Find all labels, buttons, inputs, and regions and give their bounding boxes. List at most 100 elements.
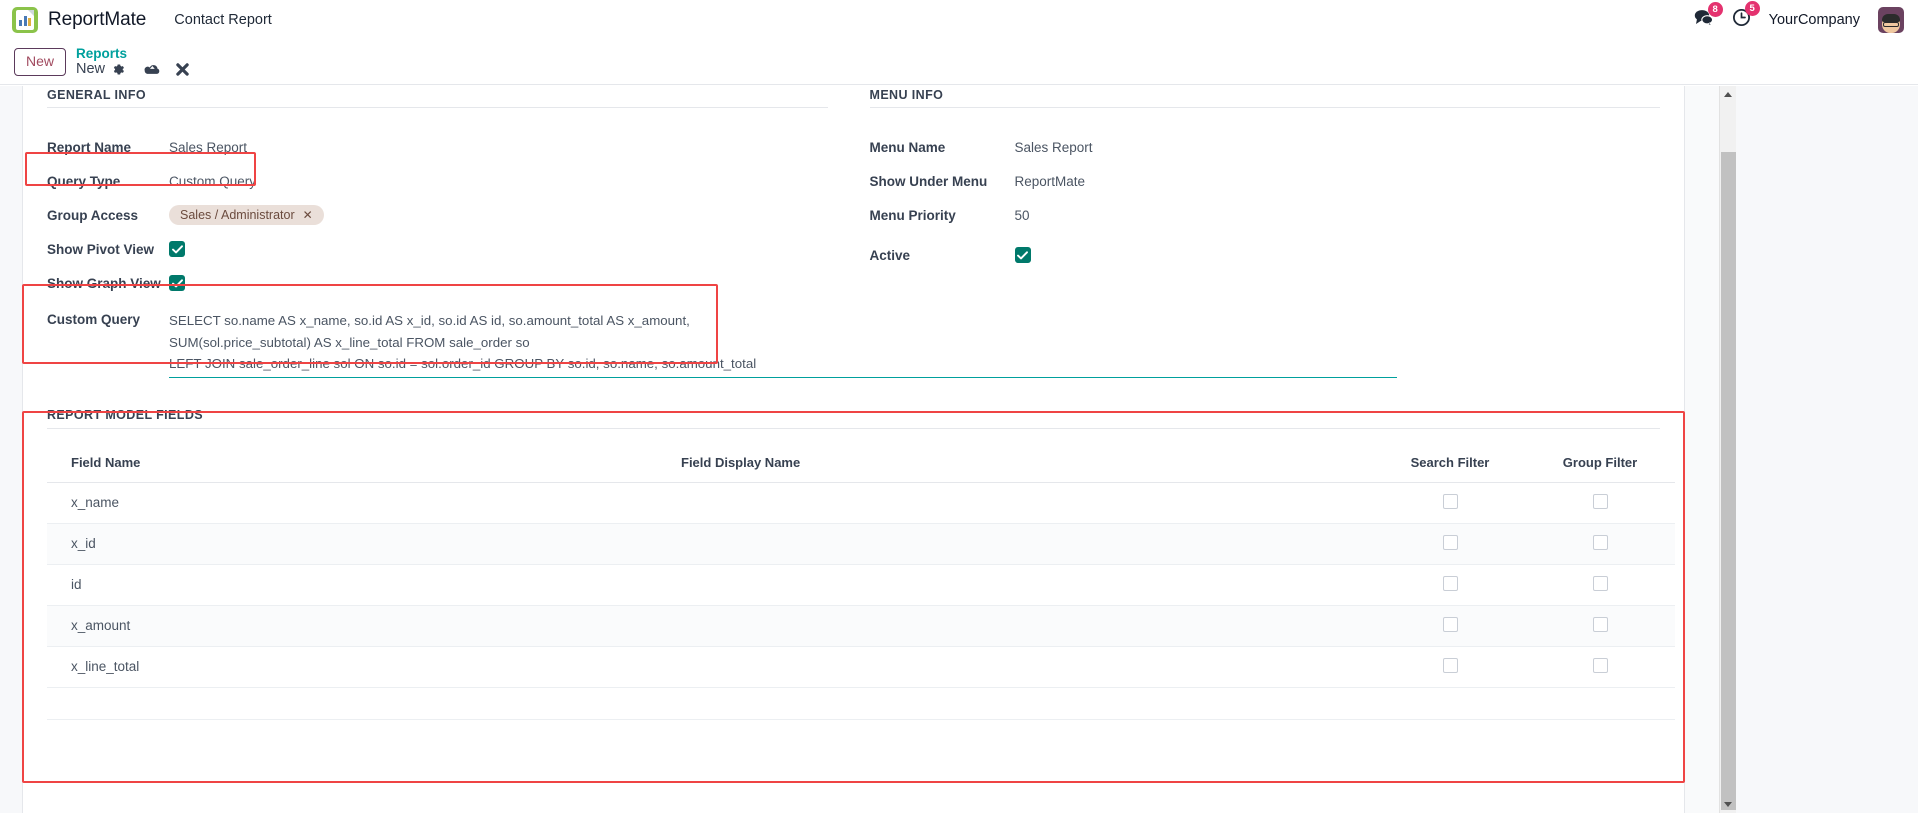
custom-query-value[interactable]: SELECT so.name AS x_name, so.id AS x_id,… <box>169 310 1397 378</box>
active-checkbox[interactable] <box>1015 247 1031 263</box>
report-name-value[interactable]: Sales Report <box>169 140 247 155</box>
form-groups: GENERAL INFO Report Name Sales Report Qu… <box>47 86 1660 300</box>
report-name-label: Report Name <box>47 140 169 155</box>
breadcrumb: Reports New <box>76 46 189 77</box>
group-access-label: Group Access <box>47 208 169 223</box>
report-model-fields-title: REPORT MODEL FIELDS <box>47 408 1660 429</box>
menu-info-group: MENU INFO Menu Name Sales Report Show Un… <box>854 86 1661 300</box>
cell-field-display-name[interactable] <box>657 646 1375 687</box>
activities-button[interactable]: 5 <box>1732 8 1751 32</box>
cell-field-display-name[interactable] <box>657 523 1375 564</box>
vertical-scrollbar[interactable] <box>1719 86 1736 813</box>
group-access-tag[interactable]: Sales / Administrator ✕ <box>169 205 324 225</box>
field-query-type: Query Type Custom Query <box>47 164 828 198</box>
scroll-thumb[interactable] <box>1721 152 1736 810</box>
cell-field-display-name[interactable] <box>657 482 1375 523</box>
query-type-label: Query Type <box>47 174 169 189</box>
show-graph-checkbox[interactable] <box>169 275 185 291</box>
table-row-add-line[interactable] <box>47 687 1675 719</box>
cell-group-filter <box>1525 646 1675 687</box>
activities-badge: 5 <box>1745 1 1760 16</box>
table-row[interactable]: id <box>47 564 1675 605</box>
table-row[interactable]: x_line_total <box>47 646 1675 687</box>
group-filter-checkbox[interactable] <box>1593 535 1608 550</box>
field-report-name: Report Name Sales Report <box>47 130 828 164</box>
group-filter-checkbox[interactable] <box>1593 617 1608 632</box>
control-panel: New Reports New <box>0 40 1918 85</box>
field-show-graph-view: Show Graph View <box>47 266 828 300</box>
menu-name-value[interactable]: Sales Report <box>1015 140 1093 155</box>
scroll-down-arrow[interactable] <box>1720 796 1736 813</box>
cell-field-name[interactable]: x_line_total <box>47 646 657 687</box>
messages-badge: 8 <box>1708 2 1723 17</box>
report-model-fields-table: Field Name Field Display Name Search Fil… <box>47 445 1675 720</box>
cell-group-filter <box>1525 605 1675 646</box>
cell-field-display-name[interactable] <box>657 564 1375 605</box>
user-avatar[interactable] <box>1878 7 1904 33</box>
field-custom-query: Custom Query SELECT so.name AS x_name, s… <box>47 310 1660 378</box>
cell-search-filter <box>1375 564 1525 605</box>
search-filter-checkbox[interactable] <box>1443 617 1458 632</box>
group-filter-checkbox[interactable] <box>1593 494 1608 509</box>
show-pivot-checkbox[interactable] <box>169 241 185 257</box>
show-under-menu-label: Show Under Menu <box>870 174 1015 189</box>
cell-field-display-name[interactable] <box>657 605 1375 646</box>
cell-field-name[interactable]: x_name <box>47 482 657 523</box>
cloud-save-icon[interactable] <box>144 63 161 76</box>
top-navbar: ReportMate Contact Report 8 5 <box>0 0 1918 40</box>
general-info-group: GENERAL INFO Report Name Sales Report Qu… <box>47 86 854 300</box>
group-access-tag-label: Sales / Administrator <box>180 208 295 222</box>
menu-priority-label: Menu Priority <box>870 208 1015 223</box>
query-type-value[interactable]: Custom Query <box>169 174 256 189</box>
left-gutter <box>0 86 22 813</box>
menu-name-label: Menu Name <box>870 140 1015 155</box>
cell-search-filter <box>1375 605 1525 646</box>
show-pivot-label: Show Pivot View <box>47 242 169 257</box>
column-search-filter: Search Filter <box>1375 445 1525 483</box>
menu-priority-value[interactable]: 50 <box>1015 208 1030 223</box>
group-filter-checkbox[interactable] <box>1593 658 1608 673</box>
menu-info-title: MENU INFO <box>870 88 1661 108</box>
general-info-title: GENERAL INFO <box>47 88 828 108</box>
discard-x-icon[interactable] <box>176 63 189 76</box>
custom-query-label: Custom Query <box>47 310 169 327</box>
right-gutter <box>1736 86 1918 813</box>
cell-search-filter <box>1375 646 1525 687</box>
field-menu-priority: Menu Priority 50 <box>870 198 1661 232</box>
show-graph-label: Show Graph View <box>47 276 169 291</box>
group-filter-checkbox[interactable] <box>1593 576 1608 591</box>
search-filter-checkbox[interactable] <box>1443 535 1458 550</box>
form-sheet: GENERAL INFO Report Name Sales Report Qu… <box>22 86 1685 813</box>
search-filter-checkbox[interactable] <box>1443 494 1458 509</box>
brand-name: ReportMate <box>48 9 146 31</box>
navbar-right: 8 5 YourCompany <box>1693 0 1904 40</box>
field-show-pivot-view: Show Pivot View <box>47 232 828 266</box>
new-button[interactable]: New <box>14 48 66 75</box>
show-under-menu-value[interactable]: ReportMate <box>1015 174 1086 189</box>
cell-group-filter <box>1525 523 1675 564</box>
scroll-up-arrow[interactable] <box>1720 86 1736 103</box>
gear-icon[interactable] <box>112 63 125 76</box>
search-filter-checkbox[interactable] <box>1443 576 1458 591</box>
messages-button[interactable]: 8 <box>1693 9 1714 31</box>
table-row[interactable]: x_name <box>47 482 1675 523</box>
table-body: x_name x_id id x_ <box>47 482 1675 719</box>
form-scroll-area: GENERAL INFO Report Name Sales Report Qu… <box>0 86 1918 813</box>
column-field-name: Field Name <box>47 445 657 483</box>
close-icon[interactable]: ✕ <box>303 208 313 222</box>
search-filter-checkbox[interactable] <box>1443 658 1458 673</box>
breadcrumb-reports-link[interactable]: Reports <box>76 46 189 61</box>
report-app-icon <box>12 7 38 33</box>
field-group-access: Group Access Sales / Administrator ✕ <box>47 198 828 232</box>
company-switcher[interactable]: YourCompany <box>1769 12 1860 28</box>
table-row[interactable]: x_id <box>47 523 1675 564</box>
cell-field-name[interactable]: x_id <box>47 523 657 564</box>
cell-field-name[interactable]: id <box>47 564 657 605</box>
cell-search-filter <box>1375 482 1525 523</box>
brand[interactable]: ReportMate <box>12 7 146 33</box>
cell-search-filter <box>1375 523 1525 564</box>
field-show-under-menu: Show Under Menu ReportMate <box>870 164 1661 198</box>
nav-item-contact-report[interactable]: Contact Report <box>174 12 272 28</box>
cell-field-name[interactable]: x_amount <box>47 605 657 646</box>
table-row[interactable]: x_amount <box>47 605 1675 646</box>
